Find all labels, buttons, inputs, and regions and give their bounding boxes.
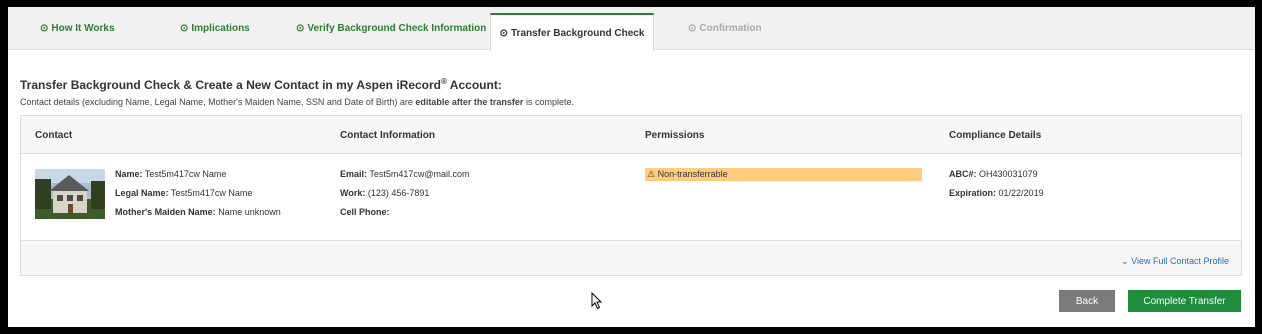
tab-label: Implications (191, 23, 250, 34)
tab-verify-background-check[interactable]: ⊙ Verify Background Check Information (296, 7, 486, 50)
circle-arrow-icon: ⊙ (40, 23, 49, 34)
page-title: Transfer Background Check & Create a New… (20, 77, 502, 92)
contact-work-phone: Work: (123) 456-7891 (340, 188, 430, 198)
warning-triangle-icon: ⚠ (647, 169, 656, 179)
table-row: Name: Test5m417cw Name Legal Name: Test5… (21, 154, 1241, 240)
contact-email: Email: Test5m417cw@mail.com (340, 169, 470, 179)
contact-name: Name: Test5m417cw Name (115, 169, 227, 179)
circle-arrow-icon: ⊙ (296, 23, 305, 34)
divider (21, 240, 1241, 241)
abc-number: ABC#: OH430031079 (949, 169, 1038, 179)
back-button[interactable]: Back (1059, 290, 1115, 312)
tab-label: Transfer Background Check (511, 27, 645, 39)
tab-confirmation: ⊙ Confirmation (688, 7, 762, 50)
tab-label: Verify Background Check Information (307, 23, 487, 34)
contact-maiden-name: Mother's Maiden Name: Name unknown (115, 207, 281, 217)
page-subtext: Contact details (excluding Name, Legal N… (20, 97, 574, 107)
view-full-contact-profile-link[interactable]: ⌄ View Full Contact Profile (1121, 256, 1229, 267)
tab-how-it-works[interactable]: ⊙ How It Works (40, 7, 115, 50)
contact-legal-name: Legal Name: Test5m417cw Name (115, 188, 253, 198)
complete-transfer-button[interactable]: Complete Transfer (1128, 290, 1241, 312)
column-header-contact-information: Contact Information (340, 130, 435, 141)
wizard-panel: ⊙ How It Works ⊙ Implications ⊙ Verify B… (8, 7, 1255, 327)
tab-label: Confirmation (699, 23, 762, 34)
tab-label: How It Works (51, 23, 115, 34)
contact-cell-phone: Cell Phone: (340, 207, 390, 217)
contact-photo (35, 169, 105, 219)
chevron-down-icon: ⌄ (1121, 256, 1129, 266)
mouse-cursor-icon (591, 291, 603, 315)
tab-implications[interactable]: ⊙ Implications (180, 7, 250, 50)
circle-arrow-icon: ⊙ (688, 23, 697, 34)
tab-transfer-background-check[interactable]: ⊙ Transfer Background Check (490, 13, 654, 51)
column-header-permissions: Permissions (645, 130, 705, 141)
expiration-date: Expiration: 01/22/2019 (949, 188, 1044, 198)
column-header-contact: Contact (35, 130, 73, 141)
contact-table: Contact Contact Information Permissions … (20, 115, 1242, 276)
circle-arrow-icon: ⊙ (180, 23, 189, 34)
column-header-compliance-details: Compliance Details (949, 130, 1042, 141)
wizard-tab-bar: ⊙ How It Works ⊙ Implications ⊙ Verify B… (8, 7, 1255, 51)
circle-arrow-icon: ⊙ (499, 27, 508, 39)
permission-status-badge: ⚠ Non-transferrable (645, 168, 922, 181)
